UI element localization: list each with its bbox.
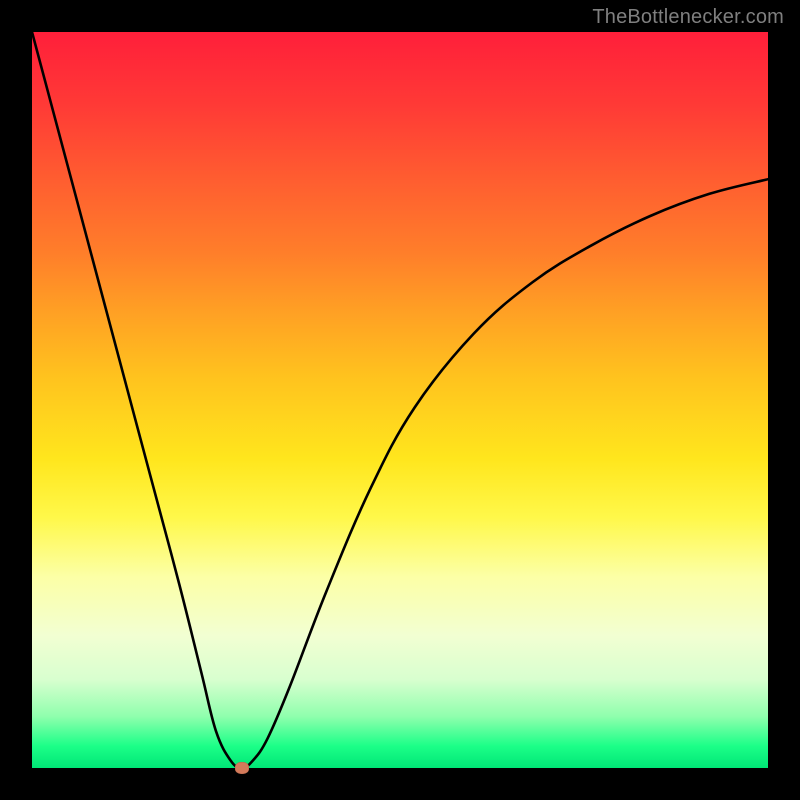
bottleneck-curve-path (32, 32, 768, 768)
chart-frame: TheBottlenecker.com (0, 0, 800, 800)
curve-svg (32, 32, 768, 768)
plot-area (32, 32, 768, 768)
watermark-text: TheBottlenecker.com (592, 6, 784, 29)
optimum-marker (235, 762, 249, 774)
